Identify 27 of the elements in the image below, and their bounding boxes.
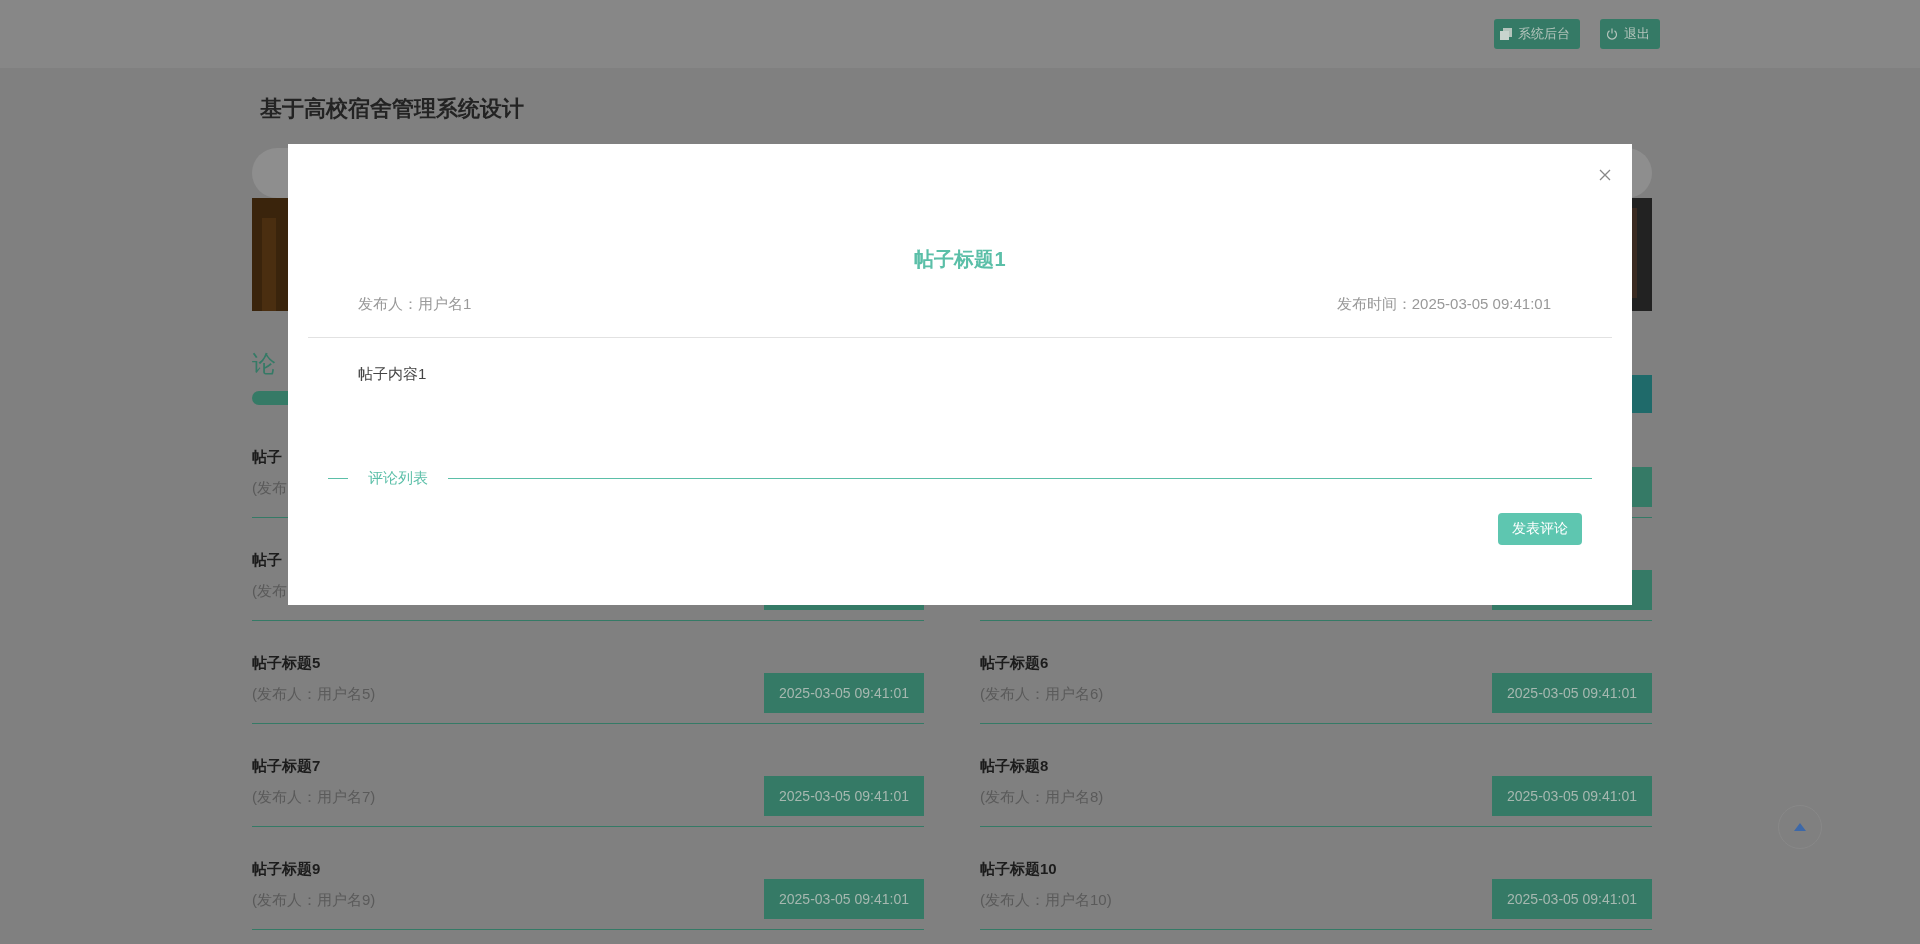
post-title[interactable]: 帖子标题9 (252, 859, 376, 879)
comments-heading: 评论列表 (368, 468, 428, 488)
post-title[interactable]: 帖子标题10 (980, 859, 1112, 879)
header-button[interactable]: 退出 (1600, 19, 1660, 49)
date-badge: 2025-03-05 09:41:01 (1492, 879, 1652, 919)
post-author: 发布人：用户名1 (358, 294, 472, 314)
post-title[interactable]: 帖子标题8 (980, 756, 1104, 776)
section-heading: 论 (252, 349, 276, 379)
site-title: 基于高校宿舍管理系统设计 (259, 95, 525, 123)
pages-icon (1500, 28, 1512, 40)
caret-up-icon (1794, 823, 1806, 831)
post-title[interactable]: 帖子标题6 (980, 653, 1104, 673)
date-badge: 2025-03-05 09:41:01 (1492, 673, 1652, 713)
post-title[interactable]: 帖子标题7 (252, 756, 376, 776)
post-title[interactable]: 帖子 (252, 447, 287, 467)
power-icon (1606, 28, 1618, 40)
dialog-title: 帖子标题1 (913, 247, 1007, 272)
date-badge: 2025-03-05 09:41:01 (764, 673, 924, 713)
header-button[interactable]: 系统后台 (1494, 19, 1580, 49)
post-time: 发布时间：2025-03-05 09:41:01 (1336, 294, 1551, 314)
date-badge: 2025-03-05 09:41:01 (1492, 776, 1652, 816)
close-button[interactable] (1598, 168, 1612, 182)
date-badge: 2025-03-05 09:41:01 (764, 879, 924, 919)
post-title[interactable]: 帖子 (252, 550, 287, 570)
date-badge: 2025-03-05 09:41:01 (764, 776, 924, 816)
post-content: 帖子内容1 (357, 364, 428, 384)
post-title[interactable]: 帖子标题5 (252, 653, 376, 673)
